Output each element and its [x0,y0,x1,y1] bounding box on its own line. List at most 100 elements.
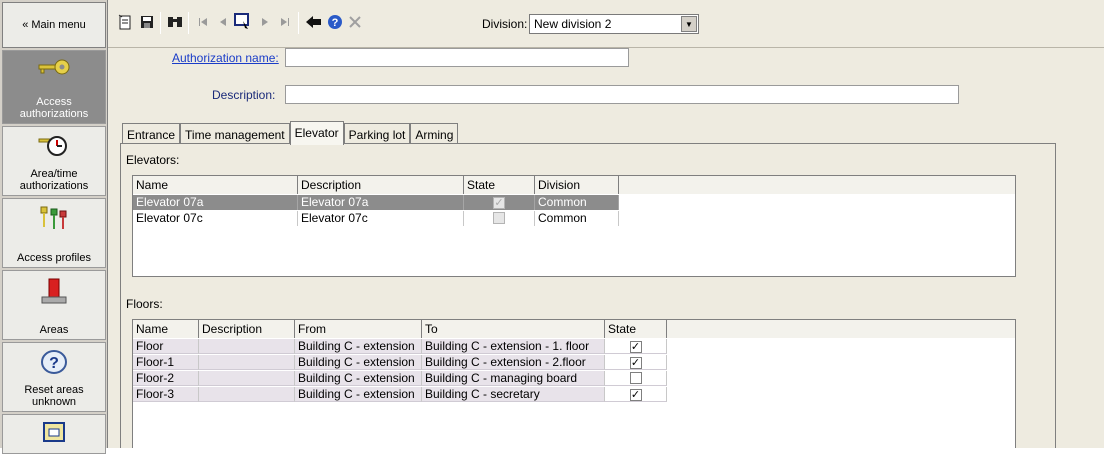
cell-description [199,355,295,370]
sidebar-item-access-profiles[interactable]: Access profiles [2,198,106,268]
cell-division: Common [535,195,619,210]
table-row[interactable]: Elevator 07c Elevator 07c Common [133,211,619,226]
sidebar: « Main menu Access authorizations Area/t… [0,0,108,454]
column-header-description[interactable]: Description [199,320,295,338]
previous-record-icon[interactable] [214,13,232,31]
toolbar: ? Division: New division 2 ▼ [108,0,1104,48]
description-field[interactable] [285,85,959,104]
cell-name: Floor-2 [133,371,199,386]
table-row[interactable]: Floor-1 Building C - extension Building … [133,355,667,370]
chevron-down-icon[interactable]: ▼ [681,16,697,32]
authorization-name-label[interactable]: Authorization name: [172,51,279,65]
window-icon [42,421,66,446]
cell-name: Floor-3 [133,387,199,402]
cell-state: ✓ [605,387,667,402]
sidebar-item-more[interactable] [2,414,106,454]
column-header-division[interactable]: Division [535,176,619,194]
sidebar-item-label: Access authorizations [19,96,89,120]
tab-elevator[interactable]: Elevator [289,121,344,145]
cell-state [605,371,667,386]
state-checkbox[interactable]: ✓ [629,341,642,353]
binoculars-icon[interactable] [166,13,184,31]
tab-parking-lot[interactable]: Parking lot [343,123,411,145]
sidebar-item-label: Reset areas unknown [24,384,84,408]
cell-description: Elevator 07a [298,195,464,210]
column-header-filler [619,176,1015,194]
state-checkbox[interactable]: ✓ [629,357,642,369]
division-value: New division 2 [534,17,612,31]
save-icon[interactable] [138,13,156,31]
elevators-label: Elevators: [126,153,180,167]
division-select[interactable]: New division 2 ▼ [529,14,699,34]
column-header-state[interactable]: State [464,176,535,194]
table-row[interactable]: Floor-2 Building C - extension Building … [133,371,667,386]
sidebar-item-reset-areas-unknown[interactable]: ? Reset areas unknown [2,342,106,412]
cell-to: Building C - extension - 2.floor [422,355,605,370]
elevators-table-header: Name Description State Division [133,176,1015,194]
cell-description [199,339,295,354]
column-header-state[interactable]: State [605,320,667,338]
cell-name: Floor [133,339,199,354]
key-clock-icon [37,133,71,160]
cell-from: Building C - extension [295,387,422,402]
tab-time-management[interactable]: Time management [180,123,290,145]
authorization-name-field[interactable] [285,48,629,67]
column-header-description[interactable]: Description [298,176,464,194]
table-row[interactable]: Floor Building C - extension Building C … [133,339,667,354]
main-menu-button[interactable]: « Main menu [2,2,106,48]
cell-name: Floor-1 [133,355,199,370]
sidebar-item-areas[interactable]: Areas [2,270,106,340]
sidebar-item-label: Area/time authorizations [19,168,89,192]
column-header-name[interactable]: Name [133,176,298,194]
close-icon[interactable] [346,13,364,31]
table-row[interactable]: Elevator 07a Elevator 07a ✓ Common [133,195,619,210]
column-header-from[interactable]: From [295,320,422,338]
cell-state: ✓ [605,339,667,354]
state-checkbox[interactable] [493,212,505,224]
state-checkbox[interactable] [629,372,642,384]
sidebar-item-label: Access profiles [17,252,91,264]
tab-arming[interactable]: Arming [410,123,459,145]
column-header-name[interactable]: Name [133,320,199,338]
back-arrow-icon[interactable] [305,13,323,31]
cell-to: Building C - extension - 1. floor [422,339,605,354]
cell-description: Elevator 07c [298,211,464,226]
main-content: ? Division: New division 2 ▼ Authorizati… [108,0,1104,448]
cell-state [464,211,535,226]
cell-to: Building C - managing board [422,371,605,386]
help-icon[interactable]: ? [326,13,344,31]
cell-from: Building C - extension [295,371,422,386]
state-checkbox[interactable]: ✓ [629,389,642,401]
description-label: Description: [212,88,276,102]
cell-name: Elevator 07a [133,195,298,210]
cell-name: Elevator 07c [133,211,298,226]
column-header-filler [667,320,1015,338]
cell-description [199,371,295,386]
floors-label: Floors: [126,297,163,311]
cell-to: Building C - secretary [422,387,605,402]
sidebar-item-area-time-authorizations[interactable]: Area/time authorizations [2,126,106,196]
last-record-icon[interactable] [276,13,294,31]
cell-from: Building C - extension [295,355,422,370]
new-record-icon[interactable] [116,13,134,31]
elevators-table: Name Description State Division Elevator… [132,175,1016,277]
table-row[interactable]: Floor-3 Building C - extension Building … [133,387,667,402]
cell-description [199,387,295,402]
state-checkbox[interactable]: ✓ [493,197,505,209]
goto-record-icon[interactable] [234,13,252,31]
svg-text:?: ? [332,17,339,29]
tab-bar: Entrance Time management Elevator Parkin… [122,121,459,145]
area-marker-icon [37,277,71,310]
keys-icon [37,205,71,234]
tab-entrance[interactable]: Entrance [122,123,181,145]
key-icon [37,57,71,80]
cell-from: Building C - extension [295,339,422,354]
division-label: Division: [482,17,528,31]
question-bubble-icon: ? [37,349,71,382]
next-record-icon[interactable] [256,13,274,31]
first-record-icon[interactable] [194,13,212,31]
column-header-to[interactable]: To [422,320,605,338]
sidebar-item-access-authorizations[interactable]: Access authorizations [2,50,106,124]
cell-state: ✓ [464,195,535,210]
svg-text:?: ? [49,355,59,372]
